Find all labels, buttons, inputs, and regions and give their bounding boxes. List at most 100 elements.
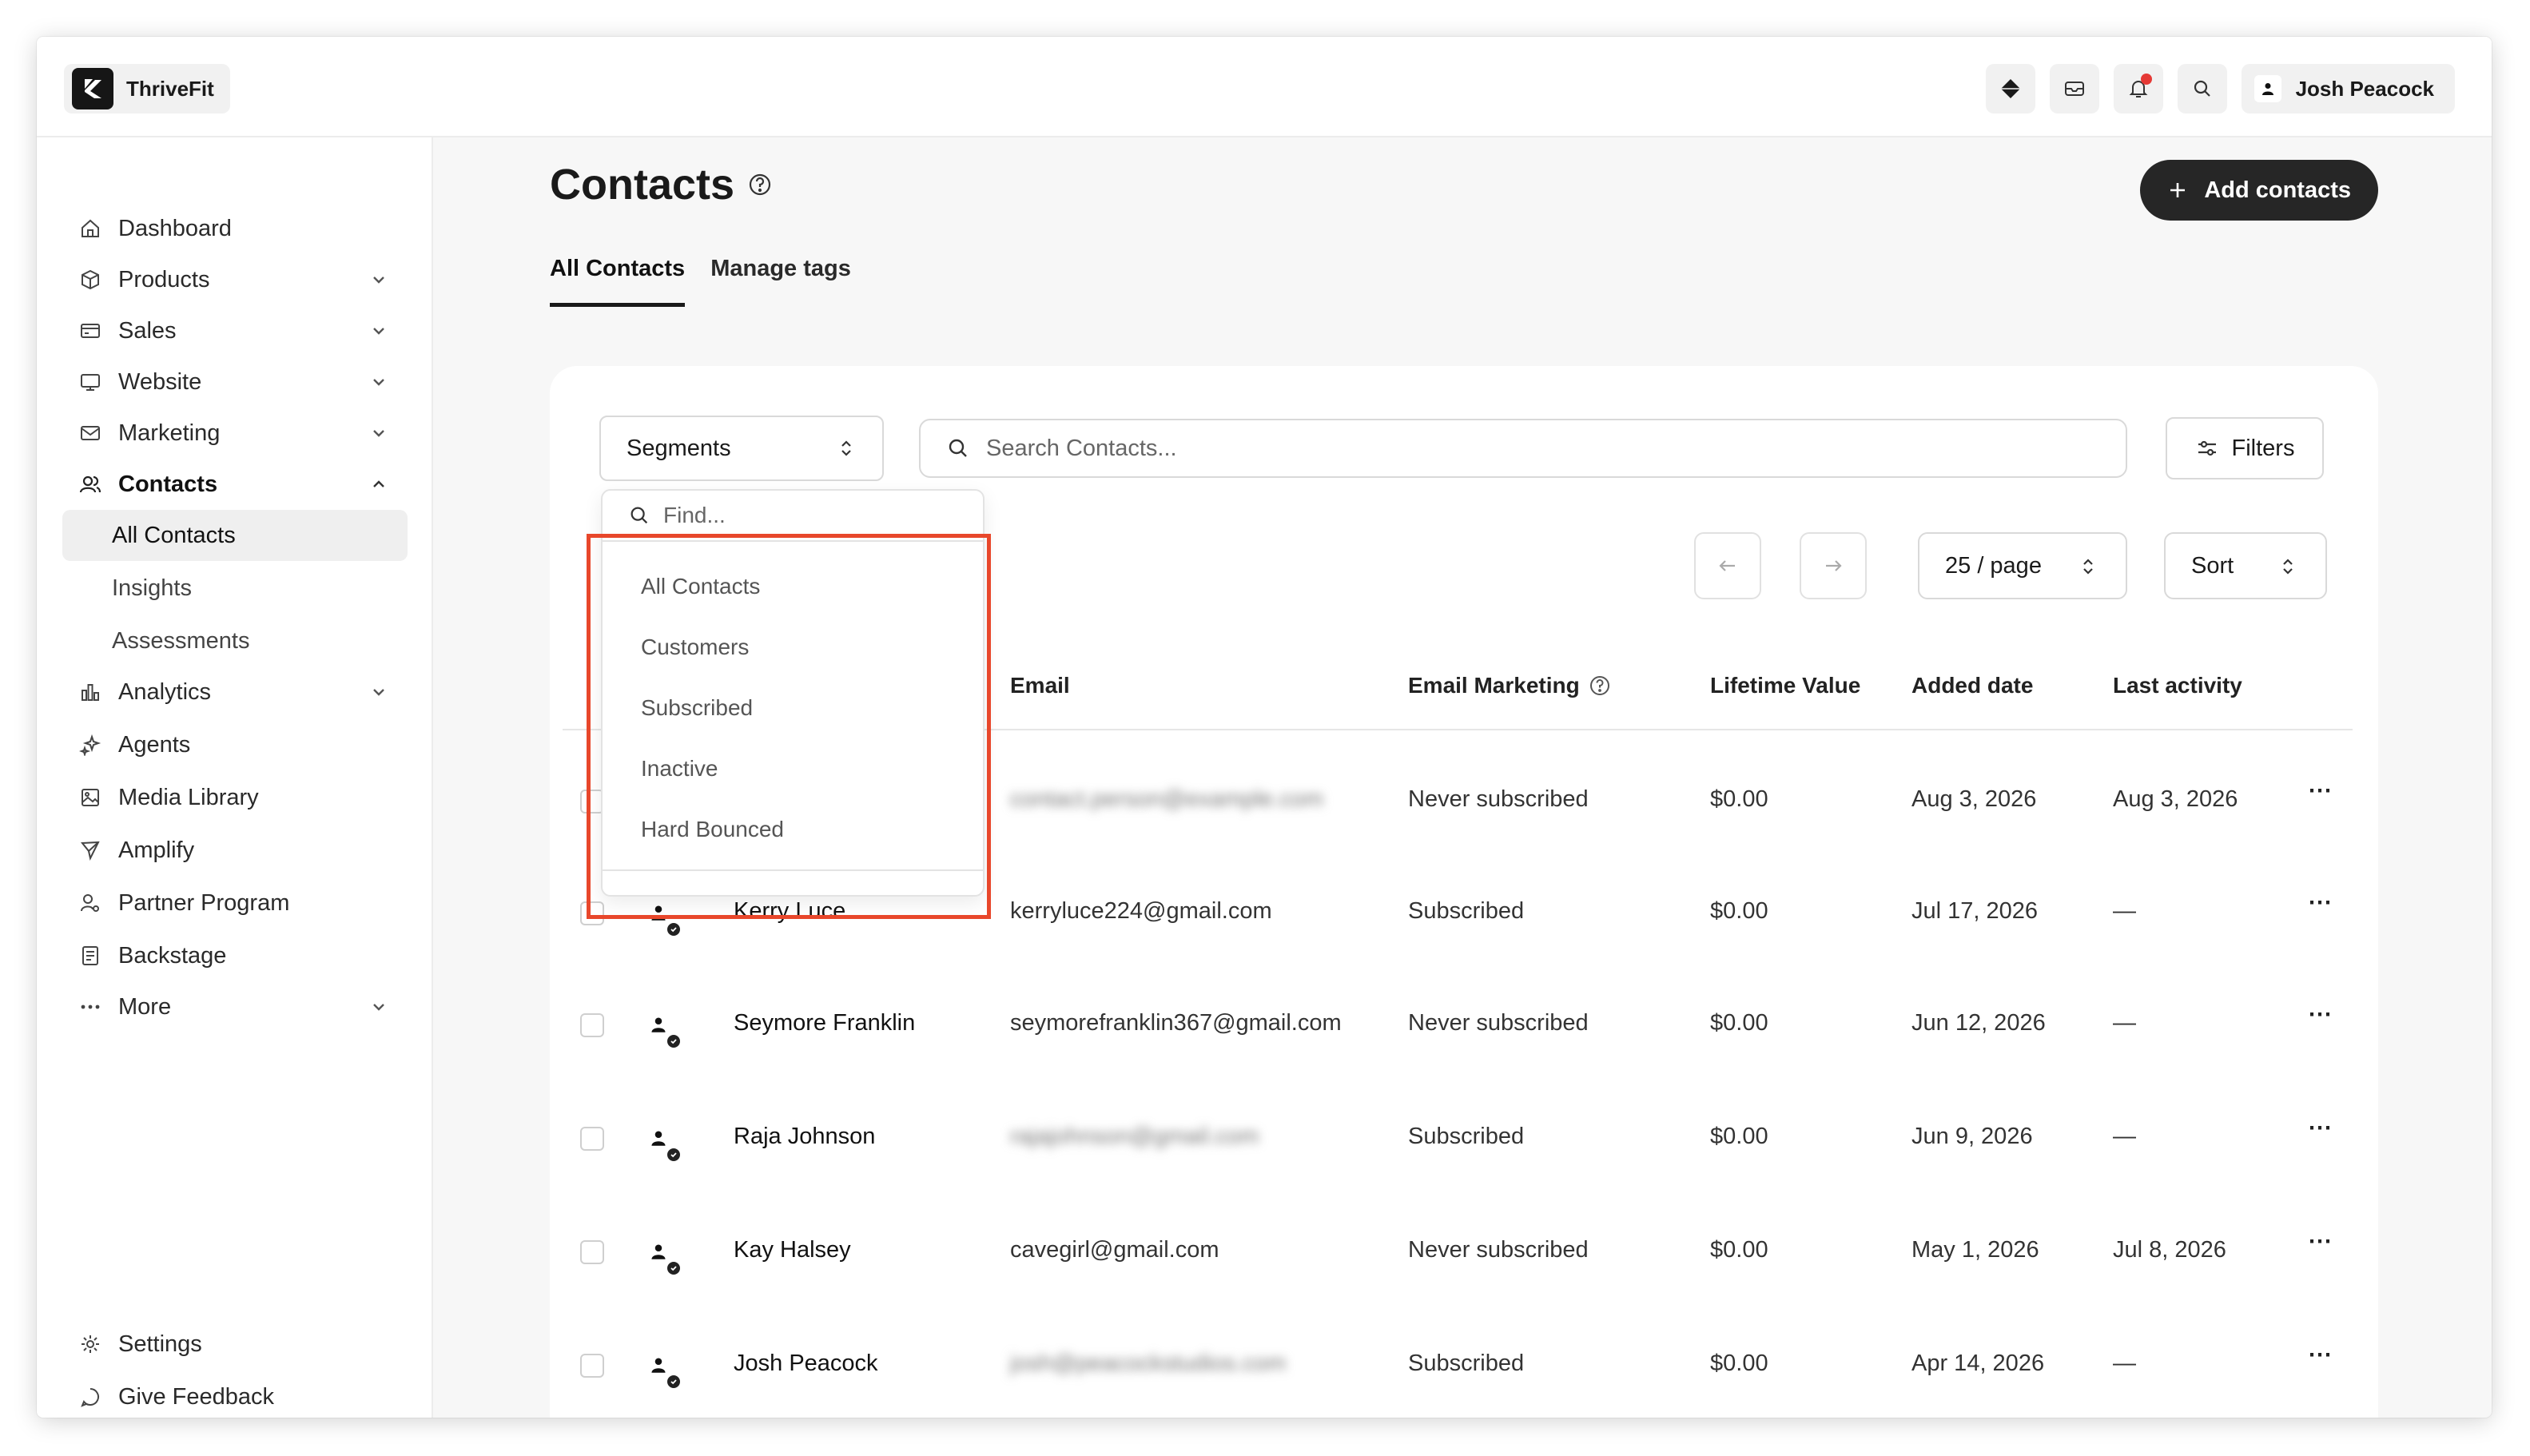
prev-page-button[interactable] bbox=[1694, 532, 1761, 599]
table-row[interactable]: Josh Peacock josh@peacockstudios.com Sub… bbox=[550, 1320, 2378, 1418]
verified-badge-icon bbox=[665, 1146, 682, 1164]
search-contacts[interactable] bbox=[919, 419, 2127, 478]
contact-name[interactable]: Kay Halsey bbox=[734, 1237, 851, 1263]
table-row[interactable]: Kay Halsey cavegirl@gmail.com Never subs… bbox=[550, 1205, 2378, 1317]
sidebar-item-label: Analytics bbox=[118, 678, 212, 705]
filters-button[interactable]: Filters bbox=[2166, 417, 2324, 479]
row-more-button[interactable]: ⋯ bbox=[2308, 1001, 2333, 1028]
sidebar-item-website[interactable]: Website bbox=[62, 356, 408, 408]
column-header-email[interactable]: Email bbox=[1010, 673, 1070, 698]
sidebar-item-assessments[interactable]: Assessments bbox=[62, 615, 408, 666]
sidebar-item-all-contacts[interactable]: All Contacts bbox=[62, 510, 408, 561]
segment-option-subscribed[interactable]: Subscribed bbox=[641, 695, 753, 721]
contact-lifetime-value: $0.00 bbox=[1710, 1124, 1768, 1149]
sidebar-item-agents[interactable]: Agents bbox=[62, 719, 408, 770]
contact-name[interactable]: Seymore Franklin bbox=[734, 1010, 915, 1036]
row-checkbox[interactable] bbox=[580, 1354, 604, 1378]
segment-option-hard-bounced[interactable]: Hard Bounced bbox=[641, 817, 784, 842]
user-menu[interactable]: Josh Peacock bbox=[2241, 64, 2455, 113]
segments-find[interactable] bbox=[603, 491, 983, 542]
brand-switcher[interactable]: ThriveFit bbox=[64, 64, 230, 113]
table-row[interactable]: Seymore Franklin seymorefranklin367@gmai… bbox=[550, 975, 2378, 1087]
row-checkbox[interactable] bbox=[580, 1127, 604, 1151]
inbox-icon[interactable] bbox=[2049, 64, 2099, 113]
page-title-text: Contacts bbox=[550, 161, 735, 209]
sidebar-item-give-feedback[interactable]: Give Feedback bbox=[62, 1371, 408, 1418]
sidebar-item-amplify[interactable]: Amplify bbox=[62, 825, 408, 876]
table-row[interactable]: Raja Johnson rajajohnson@gmail.com Subsc… bbox=[550, 1090, 2378, 1202]
notification-dot bbox=[2140, 74, 2152, 85]
contact-email-marketing: Subscribed bbox=[1408, 898, 1525, 924]
sidebar-item-insights[interactable]: Insights bbox=[62, 563, 408, 614]
column-header-email-marketing[interactable]: Email Marketing bbox=[1408, 673, 1612, 698]
sidebar-item-analytics[interactable]: Analytics bbox=[62, 666, 408, 718]
sidebar-item-backstage[interactable]: Backstage bbox=[62, 930, 408, 981]
next-page-button[interactable] bbox=[1800, 532, 1867, 599]
segments-select[interactable]: Segments bbox=[599, 416, 884, 481]
send-icon bbox=[77, 837, 104, 864]
column-header-last-activity[interactable]: Last activity bbox=[2113, 673, 2242, 698]
segment-option-customers[interactable]: Customers bbox=[641, 635, 749, 660]
sidebar-item-dashboard[interactable]: Dashboard bbox=[62, 203, 408, 254]
app-window: ThriveFit Josh Peacock Dashboard Product… bbox=[37, 37, 2492, 1418]
image-icon bbox=[77, 784, 104, 811]
row-checkbox[interactable] bbox=[580, 1240, 604, 1264]
sort-label: Sort bbox=[2191, 552, 2234, 579]
row-more-button[interactable]: ⋯ bbox=[2308, 1341, 2333, 1369]
sidebar-item-products[interactable]: Products bbox=[62, 254, 408, 305]
bell-icon[interactable] bbox=[2113, 64, 2163, 113]
row-more-button[interactable]: ⋯ bbox=[2308, 777, 2333, 805]
sidebar-item-sales[interactable]: Sales bbox=[62, 305, 408, 356]
chevron-down-icon bbox=[373, 328, 384, 335]
contact-avatar bbox=[638, 892, 682, 938]
row-more-button[interactable]: ⋯ bbox=[2308, 1227, 2333, 1255]
add-contacts-button[interactable]: Add contacts bbox=[2140, 160, 2378, 221]
sidebar-item-settings[interactable]: Settings bbox=[62, 1319, 408, 1370]
contact-name[interactable]: Raja Johnson bbox=[734, 1124, 875, 1150]
sidebar-item-more[interactable]: More bbox=[62, 981, 408, 1032]
row-checkbox[interactable] bbox=[580, 1013, 604, 1037]
per-page-select[interactable]: 25 / page bbox=[1918, 532, 2127, 599]
sidebar-item-label: Give Feedback bbox=[118, 1383, 275, 1410]
search-icon bbox=[631, 507, 648, 524]
contact-name[interactable]: Josh Peacock bbox=[734, 1351, 878, 1377]
per-page-label: 25 / page bbox=[1945, 552, 2042, 579]
top-bar: ThriveFit Josh Peacock bbox=[37, 37, 2492, 137]
tab-manage-tags[interactable]: Manage tags bbox=[710, 256, 851, 307]
home-icon bbox=[77, 215, 104, 242]
help-icon[interactable] bbox=[1588, 674, 1612, 698]
sparkle-icon bbox=[77, 731, 104, 758]
column-header-lifetime-value[interactable]: Lifetime Value bbox=[1710, 673, 1860, 698]
sidebar-item-label: All Contacts bbox=[112, 522, 236, 548]
sidebar-item-media-library[interactable]: Media Library bbox=[62, 772, 408, 823]
tab-all-contacts[interactable]: All Contacts bbox=[550, 256, 686, 307]
row-more-button[interactable]: ⋯ bbox=[2308, 1114, 2333, 1142]
segment-option-all-contacts[interactable]: All Contacts bbox=[641, 574, 760, 599]
partner-icon bbox=[77, 889, 104, 917]
dots-icon bbox=[77, 993, 104, 1020]
sidebar-item-label: Settings bbox=[118, 1331, 202, 1357]
gear-icon bbox=[77, 1331, 104, 1358]
sidebar-item-marketing[interactable]: Marketing bbox=[62, 408, 408, 459]
segments-find-input[interactable] bbox=[662, 502, 969, 529]
row-checkbox[interactable] bbox=[580, 901, 604, 925]
verified-badge-icon bbox=[665, 1373, 682, 1390]
search-input[interactable] bbox=[985, 434, 2090, 463]
card-icon bbox=[77, 317, 104, 344]
sidebar-item-label: Media Library bbox=[118, 784, 259, 810]
row-more-button[interactable]: ⋯ bbox=[2308, 889, 2333, 917]
sliders-icon bbox=[2198, 440, 2216, 456]
segment-option-inactive[interactable]: Inactive bbox=[641, 756, 718, 782]
search-icon[interactable] bbox=[2177, 64, 2227, 113]
sidebar-item-partner-program[interactable]: Partner Program bbox=[62, 877, 408, 929]
sort-select[interactable]: Sort bbox=[2164, 532, 2327, 599]
column-header-added-date[interactable]: Added date bbox=[1911, 673, 2033, 698]
contact-last-activity: — bbox=[2113, 898, 2136, 924]
monitor-icon bbox=[77, 368, 104, 396]
diamond-icon[interactable] bbox=[1985, 64, 2035, 113]
help-icon[interactable] bbox=[747, 172, 773, 197]
sidebar-item-contacts[interactable]: Contacts bbox=[62, 459, 408, 510]
brand-name: ThriveFit bbox=[126, 76, 214, 101]
contact-name[interactable]: Kerry Luce bbox=[734, 898, 845, 925]
sidebar-item-label: More bbox=[118, 993, 172, 1020]
